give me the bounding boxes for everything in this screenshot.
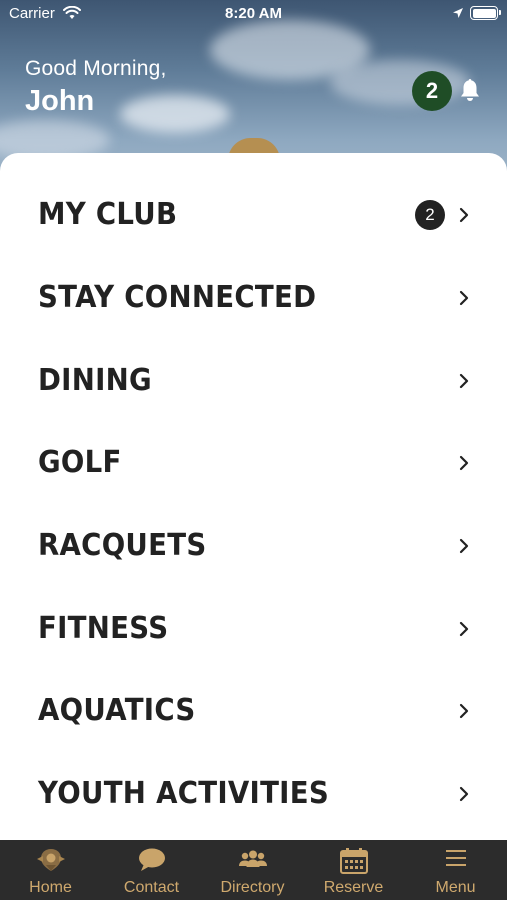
menu-item-label: FITNESS [38, 611, 169, 646]
chevron-right-icon [459, 786, 469, 801]
clock: 8:20 AM [225, 5, 282, 22]
menu-item-label: YOUTH ACTIVITIES [38, 776, 330, 811]
chevron-right-icon [459, 538, 469, 553]
tab-reserve[interactable]: Reserve [303, 840, 404, 900]
bottom-tab-bar: Home Contact Directory Reserve Menu [0, 840, 507, 900]
notification-count-badge[interactable]: 2 [412, 71, 452, 111]
menu-item-aquatics[interactable]: AQUATICS [0, 669, 507, 752]
tab-contact[interactable]: Contact [101, 840, 202, 900]
club-crest-icon [36, 849, 65, 871]
menu-item-youth-activities[interactable]: YOUTH ACTIVITIES [0, 752, 507, 835]
chevron-right-icon [459, 703, 469, 718]
bell-icon[interactable] [459, 77, 481, 103]
tab-label: Directory [220, 879, 285, 896]
menu-item-label: RACQUETS [38, 528, 207, 563]
menu-item-label: STAY CONNECTED [38, 280, 317, 315]
chevron-right-icon [459, 290, 469, 305]
user-name: John [25, 85, 95, 117]
menu-item-label: MY CLUB [38, 197, 178, 232]
menu-item-dining[interactable]: DINING [0, 339, 507, 422]
location-arrow-icon [453, 8, 463, 18]
battery-icon [470, 6, 501, 20]
tab-label: Contact [123, 879, 180, 896]
tab-directory[interactable]: Directory [202, 840, 303, 900]
chevron-right-icon [459, 621, 469, 636]
tab-home[interactable]: Home [0, 840, 101, 900]
main-menu-card: MY CLUB 2 STAY CONNECTED DINING GOLF RAC… [0, 153, 507, 840]
menu-item-stay-connected[interactable]: STAY CONNECTED [0, 256, 507, 339]
chevron-right-icon [459, 207, 469, 222]
tab-label: Menu [435, 879, 476, 896]
menu-item-badge: 2 [415, 199, 445, 230]
hamburger-menu-icon [445, 850, 466, 866]
tab-label: Reserve [323, 879, 384, 896]
chevron-right-icon [459, 373, 469, 388]
chevron-right-icon [459, 455, 469, 470]
tab-label: Home [29, 879, 72, 896]
calendar-icon [339, 848, 368, 874]
greeting: Good Morning, John [25, 57, 167, 118]
menu-item-label: DINING [38, 363, 152, 398]
greeting-text: Good Morning, [25, 57, 167, 80]
people-icon [238, 850, 267, 867]
status-bar: Carrier 8:20 AM [0, 0, 507, 28]
menu-item-my-club[interactable]: MY CLUB 2 [0, 173, 507, 256]
menu-item-racquets[interactable]: RACQUETS [0, 504, 507, 587]
chat-bubble-icon [138, 848, 165, 871]
menu-item-label: AQUATICS [38, 693, 196, 728]
tab-menu[interactable]: Menu [405, 840, 506, 900]
menu-item-label: GOLF [38, 445, 122, 480]
menu-item-fitness[interactable]: FITNESS [0, 587, 507, 670]
menu-item-golf[interactable]: GOLF [0, 421, 507, 504]
